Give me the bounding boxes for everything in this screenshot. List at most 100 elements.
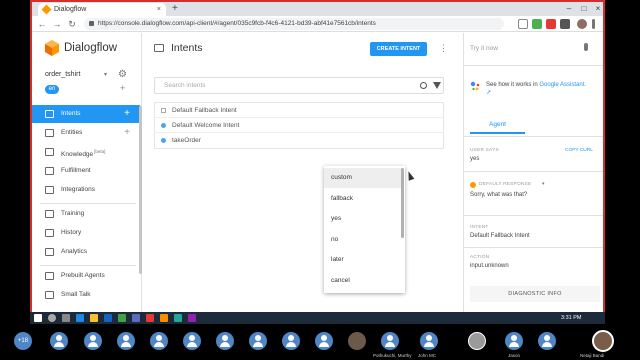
participant-avatar[interactable]: [216, 332, 234, 350]
sidebar-item-knowledge[interactable]: Knowledge[beta]: [32, 143, 140, 161]
participant-avatar[interactable]: [84, 332, 102, 350]
try-it-input[interactable]: Try it now: [470, 45, 498, 52]
app-icon[interactable]: [188, 314, 196, 322]
external-link-icon[interactable]: ↗: [486, 90, 491, 96]
user-says-label: USER SAYS: [470, 148, 499, 153]
sidebar-item-integrations[interactable]: Integrations: [32, 181, 140, 199]
sidebar-item-fulfillment[interactable]: Fulfillment: [32, 162, 140, 180]
search-icon[interactable]: [48, 314, 56, 322]
add-entity-icon[interactable]: +: [124, 124, 130, 142]
participant-photo[interactable]: [468, 332, 486, 350]
panel-divider: [464, 65, 603, 66]
extension-icon[interactable]: [532, 19, 542, 29]
extension-icon[interactable]: [546, 19, 556, 29]
dropdown-option[interactable]: no: [324, 230, 401, 250]
minimize-button[interactable]: –: [562, 2, 576, 15]
app-icon[interactable]: [146, 314, 154, 322]
sidebar-item-prebuilt-agents[interactable]: Prebuilt Agents: [32, 267, 140, 285]
back-button[interactable]: ←: [37, 18, 47, 30]
search-icon[interactable]: [420, 82, 427, 89]
sidebar-item-analytics[interactable]: Analytics: [32, 243, 140, 261]
intent-row[interactable]: Default Fallback Intent: [155, 103, 443, 118]
app-icon[interactable]: [132, 314, 140, 322]
dropdown-option[interactable]: later: [324, 250, 401, 270]
intent-label: INTENT: [470, 225, 489, 230]
sidebar-item-label: Analytics: [61, 248, 88, 255]
sidebar-item-label: Integrations: [61, 186, 95, 193]
participant-avatar[interactable]: [505, 332, 523, 350]
active-speaker-photo[interactable]: [592, 330, 614, 352]
profile-avatar[interactable]: [577, 19, 587, 29]
more-participants-badge[interactable]: +18: [14, 332, 32, 350]
bookmark-star-icon[interactable]: [518, 19, 528, 29]
forward-button[interactable]: →: [52, 18, 62, 30]
beta-badge: [beta]: [94, 149, 106, 154]
microphone-icon[interactable]: [584, 43, 588, 51]
dropdown-option[interactable]: custom: [324, 168, 401, 188]
google-assistant-link[interactable]: Google Assistant.: [539, 82, 586, 88]
filter-icon[interactable]: [433, 82, 441, 89]
small-talk-icon: [45, 291, 54, 299]
browser-tab[interactable]: Dialogflow ×: [38, 3, 166, 16]
dropdown-scrollbar[interactable]: [401, 168, 404, 238]
participant-avatar[interactable]: [381, 332, 399, 350]
close-tab-icon[interactable]: ×: [157, 3, 161, 16]
dropdown-option[interactable]: cancel: [324, 271, 401, 291]
google-assistant-note: See how it works in Google Assistant. ↗: [486, 81, 601, 97]
intent-row[interactable]: Default Welcome Intent: [155, 118, 443, 133]
agent-selector[interactable]: order_tshirt: [45, 71, 80, 78]
file-explorer-icon[interactable]: [90, 314, 98, 322]
participant-avatar[interactable]: [282, 332, 300, 350]
diagnostic-info-button[interactable]: DIAGNOSTIC INFO: [470, 286, 600, 302]
sidebar-item-history[interactable]: History: [32, 224, 140, 242]
app-icon[interactable]: [104, 314, 112, 322]
chevron-down-icon[interactable]: ▾: [542, 181, 545, 187]
app-icon[interactable]: [174, 314, 182, 322]
sidebar-item-entities[interactable]: Entities +: [32, 124, 140, 142]
sidebar-item-intents[interactable]: Intents +: [32, 105, 140, 123]
language-badge[interactable]: en: [45, 85, 59, 94]
close-window-button[interactable]: ×: [591, 2, 603, 15]
participant-avatar[interactable]: [50, 332, 68, 350]
maximize-button[interactable]: □: [577, 2, 591, 15]
participant-avatar[interactable]: [538, 332, 556, 350]
dropdown-option[interactable]: yes: [324, 209, 401, 229]
sidebar-item-training[interactable]: Training: [32, 205, 140, 223]
task-view-icon[interactable]: [62, 314, 70, 322]
participant-avatar[interactable]: [117, 332, 135, 350]
extension-icon[interactable]: [560, 19, 570, 29]
add-language-icon[interactable]: +: [120, 83, 125, 93]
create-intent-button[interactable]: CREATE INTENT: [370, 42, 427, 56]
participant-avatar[interactable]: [420, 332, 438, 350]
app-icon[interactable]: [160, 314, 168, 322]
chevron-down-icon[interactable]: ▾: [104, 71, 107, 78]
participant-avatar[interactable]: [150, 332, 168, 350]
search-input[interactable]: Search intents: [154, 77, 444, 94]
participant-photo[interactable]: [348, 332, 366, 350]
dropdown-option[interactable]: fallback: [324, 189, 401, 209]
tab-agent[interactable]: Agent: [470, 117, 525, 134]
new-tab-button[interactable]: +: [172, 2, 178, 15]
training-icon: [45, 210, 54, 218]
copy-curl-link[interactable]: COPY CURL: [565, 148, 593, 153]
address-bar[interactable]: https://console.dialogflow.com/api-clien…: [84, 18, 504, 30]
fallback-marker-icon: [161, 108, 166, 113]
entities-icon: [45, 129, 54, 137]
test-console: Try it now See how it works in Google As…: [463, 33, 603, 312]
matched-intent-link[interactable]: Default Fallback Intent: [470, 233, 530, 239]
edge-icon[interactable]: [76, 314, 84, 322]
more-options-icon[interactable]: ⋮: [439, 42, 448, 54]
reload-button[interactable]: ↻: [67, 18, 77, 30]
menu-icon[interactable]: [592, 19, 595, 29]
participant-avatar[interactable]: [315, 332, 333, 350]
windows-start-icon[interactable]: [34, 314, 42, 322]
sidebar-item-small-talk[interactable]: Small Talk: [32, 286, 140, 304]
gear-icon[interactable]: ⚙: [118, 69, 127, 80]
participant-avatar[interactable]: [183, 332, 201, 350]
chat-icon: [154, 44, 164, 52]
add-intent-icon[interactable]: +: [124, 105, 130, 123]
participant-avatar[interactable]: [249, 332, 267, 350]
app-icon[interactable]: [118, 314, 126, 322]
intent-row[interactable]: takeOrder: [155, 133, 443, 148]
sidebar-item-label: Knowledge: [61, 151, 94, 159]
